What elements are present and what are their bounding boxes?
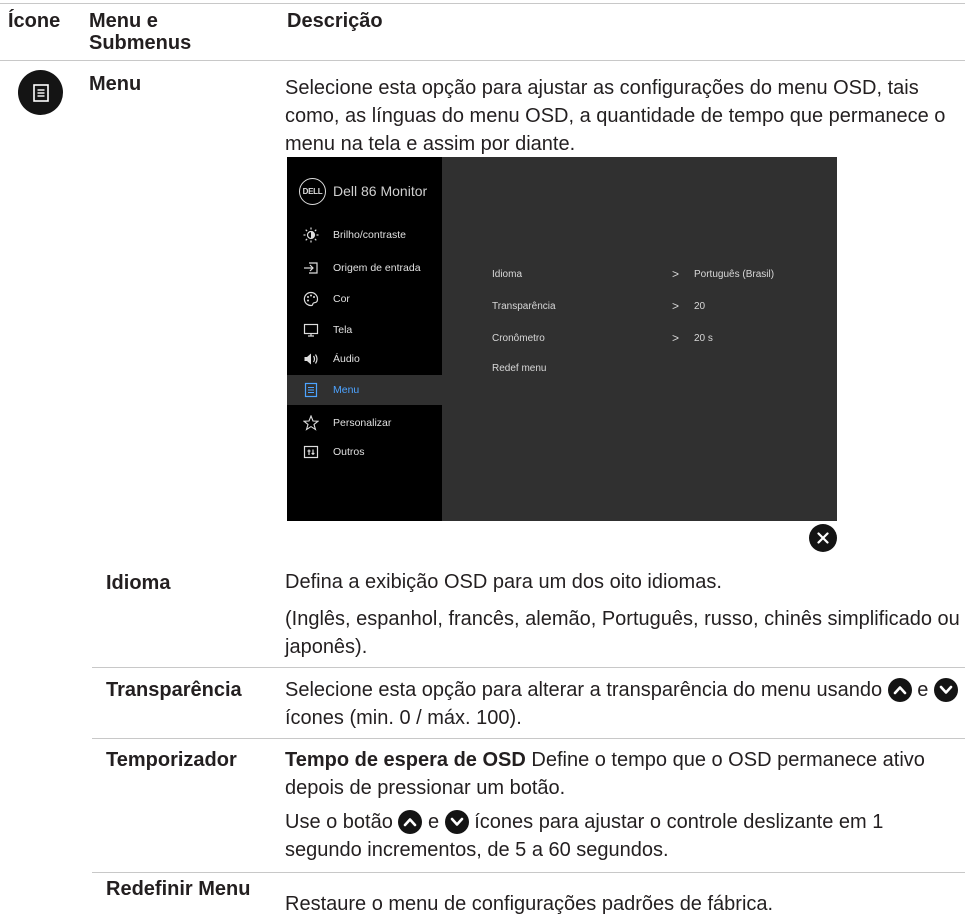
row-divider [92, 667, 965, 668]
chevron-right-icon: > [672, 267, 680, 281]
osd-nav-color[interactable]: Cor [287, 284, 442, 314]
column-header-icon: Ícone [8, 10, 61, 32]
osd-setting-row[interactable]: Redef menu [492, 358, 672, 378]
up-arrow-icon [398, 810, 423, 834]
osd-sidebar: DELL Dell 86 Monitor Brilho/contraste Or… [287, 157, 442, 521]
osd-setting-row[interactable]: Idioma > Português (Brasil) [492, 264, 774, 284]
submenu-redefinir-desc: Restaure o menu de configurações padrões… [285, 893, 774, 915]
submenu-transparencia-desc: Selecione esta opção para alterar a tran… [285, 676, 965, 732]
osd-nav-label: Menu [333, 384, 360, 396]
osd-nav-input-source[interactable]: Origem de entrada [287, 253, 442, 283]
menu-list-icon [18, 70, 63, 115]
close-icon[interactable] [809, 524, 837, 552]
chevron-right-icon: > [672, 299, 680, 313]
osd-menu-screenshot: DELL Dell 86 Monitor Brilho/contraste Or… [287, 157, 837, 521]
osd-nav-label: Áudio [333, 353, 360, 365]
osd-setting-label: Idioma [492, 268, 523, 280]
speaker-icon [299, 351, 323, 367]
column-header-menu: Menu e Submenus [89, 10, 192, 54]
input-source-icon [299, 260, 323, 276]
brightness-icon [299, 227, 323, 243]
submenu-transparencia-name: Transparência [106, 679, 242, 701]
others-icon [299, 444, 323, 460]
osd-setting-value: 20 [694, 300, 706, 312]
osd-setting-label: Transparência [492, 300, 556, 312]
row-divider [92, 872, 965, 873]
osd-nav-brightness[interactable]: Brilho/contraste [287, 220, 442, 250]
menu-list-icon [299, 382, 323, 398]
submenu-idioma-desc-languages: (Inglês, espanhol, francês, alemão, Port… [285, 608, 960, 658]
menu-row-name: Menu [89, 73, 142, 95]
osd-nav-display[interactable]: Tela [287, 315, 442, 345]
osd-setting-value: 20 s [694, 332, 713, 344]
down-arrow-icon [933, 678, 958, 702]
submenu-idioma-desc: Defina a exibição OSD para um dos oito i… [285, 571, 722, 593]
display-icon [299, 322, 323, 338]
submenu-temporizador-desc: Tempo de espera de OSD Define o tempo qu… [285, 749, 925, 799]
submenu-temporizador-name: Temporizador [106, 749, 237, 771]
osd-nav-label: Cor [333, 293, 350, 305]
submenu-idioma-name: Idioma [106, 572, 171, 594]
osd-setting-row[interactable]: Cronômetro > 20 s [492, 328, 713, 348]
column-header-description: Descrição [287, 10, 383, 32]
osd-nav-personalize[interactable]: Personalizar [287, 408, 442, 438]
top-rule [0, 3, 965, 4]
star-icon [299, 415, 323, 431]
osd-nav-menu[interactable]: Menu [287, 375, 442, 405]
osd-nav-label: Origem de entrada [333, 262, 421, 274]
osd-nav-others[interactable]: Outros [287, 437, 442, 467]
palette-icon [299, 291, 323, 307]
osd-setting-value: Português (Brasil) [694, 268, 775, 280]
osd-setting-label: Redef menu [492, 362, 547, 374]
submenu-redefinir-name: Redefinir Menu [106, 878, 251, 900]
down-arrow-icon [444, 810, 469, 834]
row-divider [92, 738, 965, 739]
osd-nav-label: Personalizar [333, 417, 392, 429]
chevron-right-icon: > [672, 331, 680, 345]
menu-row-description: Selecione esta opção para ajustar as con… [285, 77, 946, 155]
osd-setting-row[interactable]: Transparência > 20 [492, 296, 705, 316]
up-arrow-icon [887, 678, 912, 702]
osd-nav-label: Tela [333, 324, 353, 336]
dell-logo: DELL [299, 178, 326, 205]
osd-nav-label: Brilho/contraste [333, 229, 406, 241]
osd-nav-audio[interactable]: Áudio [287, 344, 442, 374]
submenu-temporizador-desc-buttons: Use o botão e ícones para ajustar o cont… [285, 810, 884, 861]
osd-setting-label: Cronômetro [492, 332, 545, 344]
osd-title: Dell 86 Monitor [333, 183, 428, 199]
header-divider [0, 60, 965, 61]
osd-nav-label: Outros [333, 446, 365, 458]
